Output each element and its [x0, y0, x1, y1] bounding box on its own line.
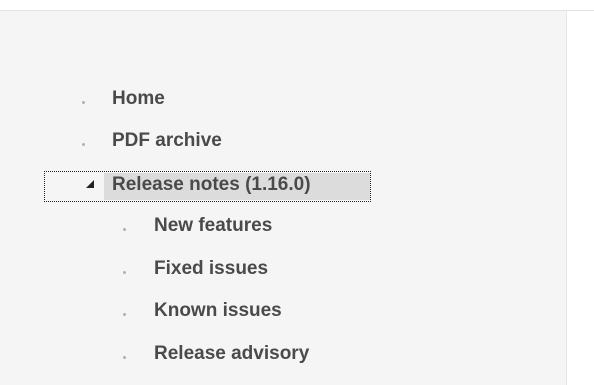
- toc-subitem-label: Release advisory: [154, 343, 310, 364]
- toc-subitem-label: Fixed issues: [154, 258, 269, 279]
- bullet-icon: [123, 313, 126, 316]
- expanded-triangle-icon[interactable]: [86, 180, 94, 188]
- bullet-icon: [82, 101, 85, 104]
- bullet-icon: [123, 356, 126, 359]
- bullet-icon: [123, 271, 126, 274]
- toc-item-label: Home: [112, 88, 165, 109]
- bullet-icon: [123, 228, 126, 231]
- toc-item-label: PDF archive: [112, 130, 222, 151]
- toc-subitem-label: New features: [154, 215, 273, 236]
- bullet-icon: [82, 143, 85, 146]
- toc-item-label: Release notes (1.16.0): [112, 174, 311, 195]
- toc-subitem-label: Known issues: [154, 300, 282, 321]
